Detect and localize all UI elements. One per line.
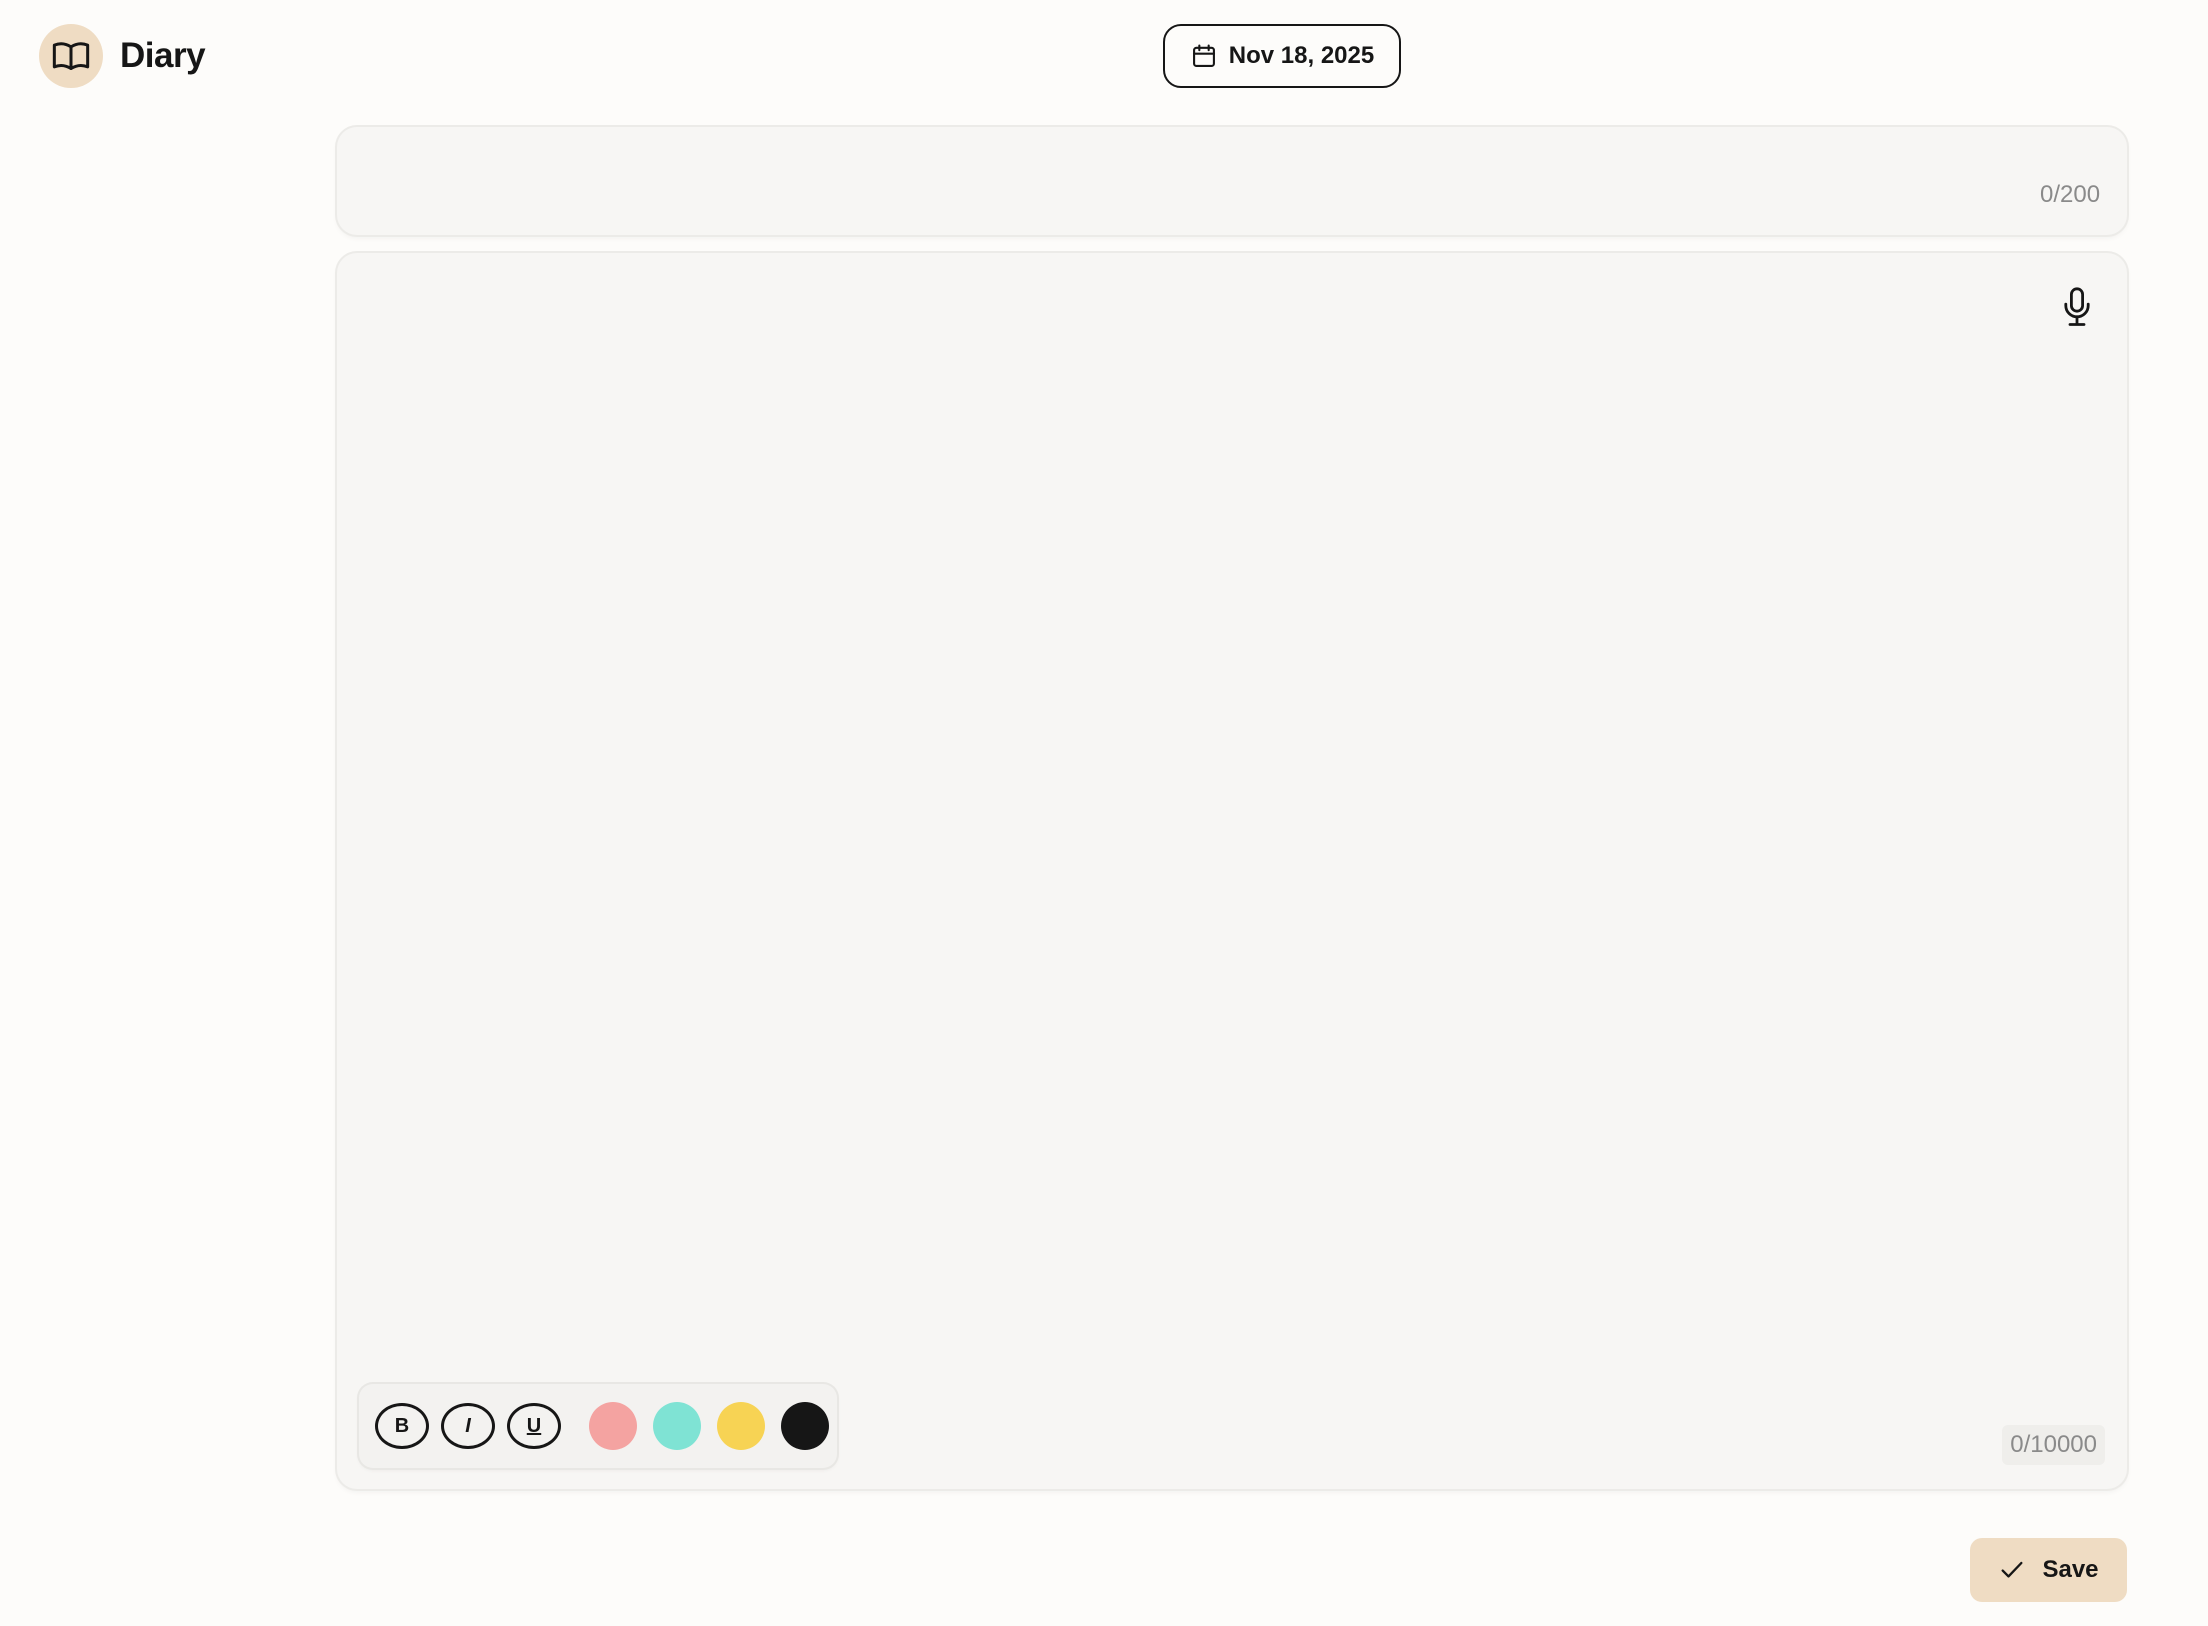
body-char-counter: 0/10000	[2002, 1425, 2105, 1465]
date-label: Nov 18, 2025	[1228, 42, 1375, 69]
bold-button[interactable]: B	[375, 1403, 429, 1449]
title-char-counter: 0/200	[2040, 181, 2101, 208]
color-swatch-pink[interactable]	[589, 1402, 637, 1450]
underline-button[interactable]: U	[507, 1403, 561, 1449]
app-title: Diary	[120, 36, 206, 75]
check-icon	[2001, 1561, 2023, 1578]
italic-button[interactable]: I	[441, 1403, 495, 1449]
app-brand: Diary	[39, 24, 206, 88]
title-card	[337, 127, 2127, 235]
save-label: Save	[2042, 1556, 2099, 1583]
app-logo	[39, 24, 103, 88]
color-swatch-yellow[interactable]	[717, 1402, 765, 1450]
microphone-icon	[2064, 287, 2090, 326]
voice-input-button[interactable]	[2057, 285, 2097, 329]
open-book-icon	[52, 42, 90, 70]
body-textarea[interactable]	[361, 277, 2041, 1377]
save-button[interactable]: Save	[1970, 1538, 2127, 1602]
body-card: B I U 0/10000	[337, 253, 2127, 1489]
formatting-toolbar: B I U	[359, 1384, 837, 1468]
title-input[interactable]	[361, 145, 1961, 195]
color-swatch-black[interactable]	[781, 1402, 829, 1450]
date-picker-button[interactable]: Nov 18, 2025	[1163, 24, 1401, 88]
calendar-icon	[1192, 44, 1215, 67]
color-swatch-teal[interactable]	[653, 1402, 701, 1450]
